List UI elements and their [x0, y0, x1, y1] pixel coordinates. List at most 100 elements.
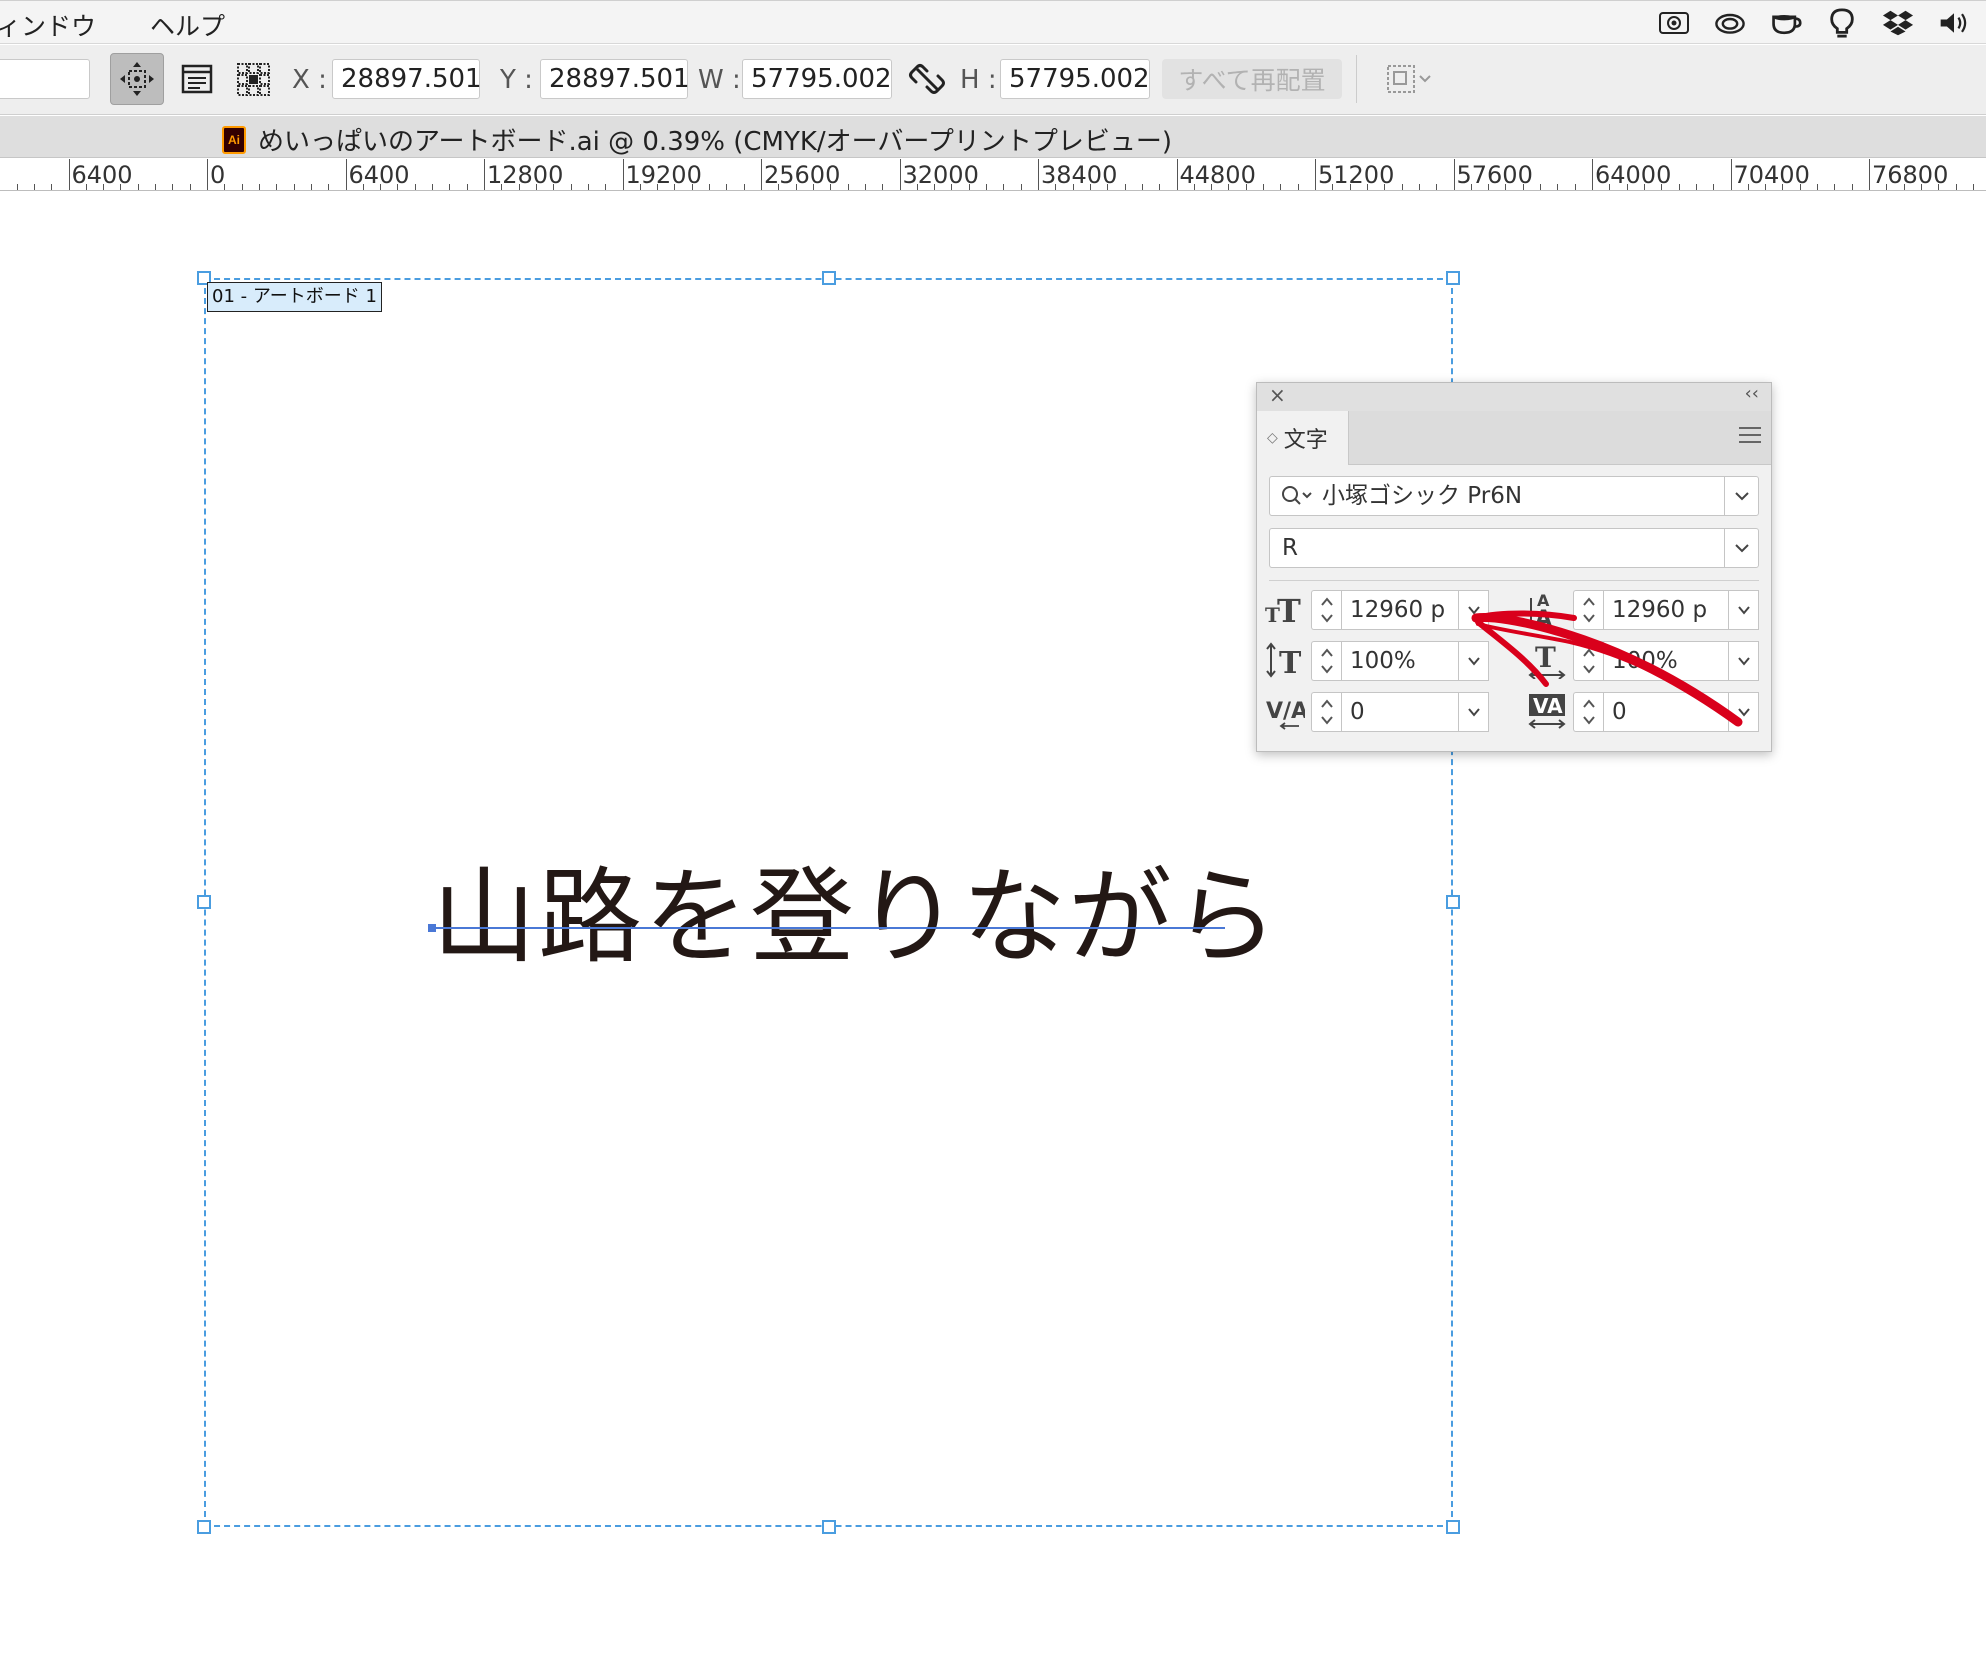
ruler-minor-tick	[812, 184, 814, 190]
ruler-label: 19200	[625, 161, 702, 189]
font-size-stepper[interactable]	[1311, 590, 1341, 630]
leading-field[interactable]: 12960 p	[1603, 590, 1759, 630]
panel-titlebar[interactable]: × ‹‹	[1257, 383, 1771, 411]
ruler-label: 70400	[1733, 161, 1810, 189]
chevron-down-icon[interactable]	[1724, 477, 1758, 515]
ruler-minor-tick	[1297, 184, 1299, 190]
horizontal-ruler[interactable]: 0 64000 6400 12800 19200 25600 32000 38400 44800…	[0, 159, 1986, 191]
ruler-minor-tick	[1938, 184, 1940, 190]
ruler-label: 32000	[902, 161, 979, 189]
artboard-label[interactable]: 01 - アートボード 1	[207, 282, 382, 312]
tab-character[interactable]: ◇ 文字	[1257, 411, 1349, 465]
menu-bar: ィンドウ ヘルプ	[0, 0, 1986, 44]
artboard-name-field[interactable]	[0, 59, 90, 99]
coffee-cup-icon[interactable]	[1768, 7, 1804, 39]
handle-top-center[interactable]	[822, 271, 836, 285]
ruler-minor-tick	[501, 184, 503, 190]
chevron-down-icon[interactable]	[1728, 642, 1758, 680]
ruler-minor-tick	[1228, 184, 1230, 190]
ruler-major-tick	[207, 159, 208, 190]
volume-icon[interactable]	[1936, 7, 1972, 39]
x-field[interactable]: 28897.501	[332, 59, 482, 99]
leading-icon: AA	[1527, 590, 1567, 628]
realign-all-button[interactable]: すべて再配置	[1162, 59, 1342, 99]
horizontal-scale-value: 100%	[1612, 648, 1678, 674]
ruler-label: 64000	[1595, 161, 1672, 189]
artboard-options-button[interactable]	[170, 53, 224, 105]
font-family-value: 小塚ゴシック Pr6N	[1322, 483, 1523, 509]
chevron-down-icon[interactable]	[1724, 529, 1758, 567]
handle-top-right[interactable]	[1446, 271, 1460, 285]
chevron-down-icon[interactable]	[1728, 693, 1758, 731]
y-field[interactable]: 28897.501	[540, 59, 690, 99]
menu-window[interactable]: ィンドウ	[0, 7, 96, 43]
close-icon[interactable]: ×	[1269, 383, 1286, 407]
move-artwork-with-artboard-button[interactable]	[110, 53, 164, 105]
text-baseline	[430, 927, 1225, 929]
panel-menu-icon[interactable]	[1739, 427, 1761, 445]
align-options-button[interactable]	[1374, 53, 1444, 105]
ruler-major-tick	[622, 159, 624, 190]
chevron-down-icon[interactable]	[1458, 642, 1488, 680]
ruler-minor-tick	[934, 184, 936, 190]
chevron-down-icon[interactable]	[1458, 693, 1488, 731]
text-anchor-point[interactable]	[428, 924, 436, 932]
font-size-field[interactable]: 12960 p	[1341, 590, 1489, 630]
ruler-minor-tick	[1159, 184, 1161, 190]
horizontal-scale-stepper[interactable]	[1573, 641, 1603, 681]
handle-middle-left[interactable]	[197, 895, 211, 909]
tracking-stepper[interactable]	[1573, 692, 1603, 732]
menu-help[interactable]: ヘルプ	[150, 7, 225, 43]
handle-bottom-center[interactable]	[822, 1520, 836, 1534]
ruler-minor-tick	[882, 184, 884, 190]
ruler-minor-tick	[535, 184, 537, 190]
handle-bottom-right[interactable]	[1446, 1520, 1460, 1534]
font-family-select[interactable]: 小塚ゴシック Pr6N	[1269, 476, 1759, 516]
align-icon	[1387, 65, 1431, 93]
lightbulb-icon[interactable]	[1824, 7, 1860, 39]
ruler-minor-tick	[1972, 184, 1974, 190]
chevron-down-icon[interactable]	[1458, 591, 1488, 629]
ruler-minor-tick	[397, 184, 399, 190]
leading-stepper[interactable]	[1573, 590, 1603, 630]
tracking-field[interactable]: 0	[1603, 692, 1759, 732]
character-panel: × ‹‹ ◇ 文字 小塚ゴシック Pr6N R TT 12960 p AA 12…	[1256, 382, 1772, 752]
constrain-proportions-button[interactable]	[900, 53, 954, 105]
ruler-minor-tick	[120, 184, 122, 190]
document-tab[interactable]: Ai めいっぱいのアートボード.ai @ 0.39% (CMYK/オーバープリン…	[222, 121, 1172, 158]
kerning-stepper[interactable]	[1311, 692, 1341, 732]
creative-cloud-icon[interactable]	[1712, 7, 1748, 39]
horizontal-scale-field[interactable]: 100%	[1603, 641, 1759, 681]
updown-icon: ◇	[1267, 430, 1278, 446]
ruler-minor-tick	[189, 184, 191, 190]
collapse-icon[interactable]: ‹‹	[1745, 383, 1759, 404]
handle-middle-right[interactable]	[1446, 895, 1460, 909]
font-style-select[interactable]: R	[1269, 528, 1759, 568]
ruler-minor-tick	[241, 184, 243, 190]
dropbox-icon[interactable]	[1880, 7, 1916, 39]
vertical-scale-stepper[interactable]	[1311, 641, 1341, 681]
vertical-scale-value: 100%	[1350, 648, 1416, 674]
ruler-label: 6400	[348, 161, 410, 189]
ruler-minor-tick	[1055, 184, 1057, 190]
ruler-minor-tick	[1401, 184, 1403, 190]
rearrange-artboards-button[interactable]	[226, 53, 280, 105]
ruler-minor-tick	[553, 184, 555, 190]
ruler-minor-tick	[85, 184, 87, 190]
document-tab-bar: Ai めいっぱいのアートボード.ai @ 0.39% (CMYK/オーバープリン…	[0, 116, 1986, 158]
illustrator-file-icon: Ai	[222, 125, 246, 154]
h-field[interactable]: 57795.002	[1000, 59, 1150, 99]
artboard-text[interactable]: 山路を登りながら	[432, 832, 1280, 983]
handle-bottom-left[interactable]	[197, 1520, 211, 1534]
ruler-major-tick	[68, 159, 70, 190]
w-field[interactable]: 57795.002	[742, 59, 892, 99]
ruler-minor-tick	[743, 184, 745, 190]
ruler-minor-tick	[1851, 184, 1853, 190]
vertical-scale-field[interactable]: 100%	[1341, 641, 1489, 681]
document-title: めいっぱいのアートボード.ai @ 0.39% (CMYK/オーバープリントプレ…	[258, 127, 1172, 157]
screenshot-icon[interactable]	[1656, 7, 1692, 39]
chevron-down-icon[interactable]	[1728, 591, 1758, 629]
ruler-major-tick	[1038, 159, 1039, 190]
vertical-scale-icon: T	[1265, 641, 1305, 679]
kerning-field[interactable]: 0	[1341, 692, 1489, 732]
